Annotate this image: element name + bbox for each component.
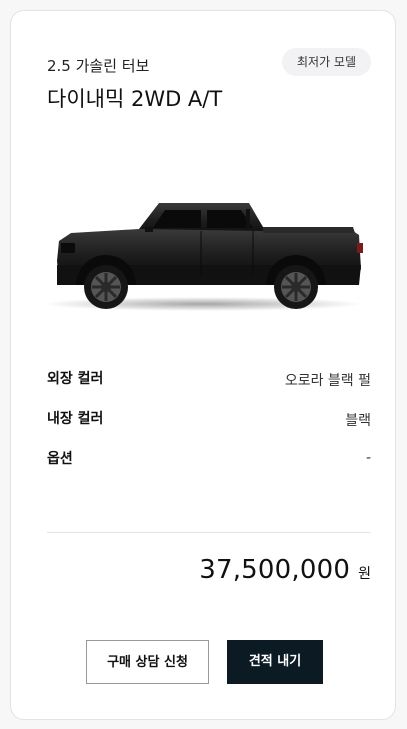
purchase-consult-button[interactable]: 구매 상담 신청 <box>86 640 209 684</box>
trim-card: 2.5 가솔린 터보 최저가 모델 다이내믹 2WD A/T 외장 컬러 오로라… <box>10 10 396 720</box>
pickup-truck-image <box>43 203 363 311</box>
spec-value: 블랙 <box>345 413 371 429</box>
price-unit: 원 <box>358 566 371 582</box>
divider <box>47 532 371 533</box>
spec-label: 내장 컬러 <box>47 411 104 427</box>
spec-label: 외장 컬러 <box>47 371 104 387</box>
spec-label: 옵션 <box>47 451 73 467</box>
spec-value: - <box>365 450 371 466</box>
spec-list: 외장 컬러 오로라 블랙 펄 내장 컬러 블랙 옵션 - <box>47 366 371 486</box>
price-amount: 37,500,000 <box>199 555 351 585</box>
price: 37,500,000 원 <box>199 555 371 585</box>
spec-row-options: 옵션 - <box>47 446 371 486</box>
spec-value: 오로라 블랙 펄 <box>284 373 371 389</box>
spec-row-interior: 내장 컬러 블랙 <box>47 406 371 446</box>
engine-type: 2.5 가솔린 터보 <box>47 57 150 75</box>
spec-row-exterior: 외장 컬러 오로라 블랙 펄 <box>47 366 371 406</box>
trim-name: 다이내믹 2WD A/T <box>47 87 223 111</box>
lowest-price-badge: 최저가 모델 <box>281 48 371 76</box>
get-estimate-button[interactable]: 견적 내기 <box>227 640 323 684</box>
